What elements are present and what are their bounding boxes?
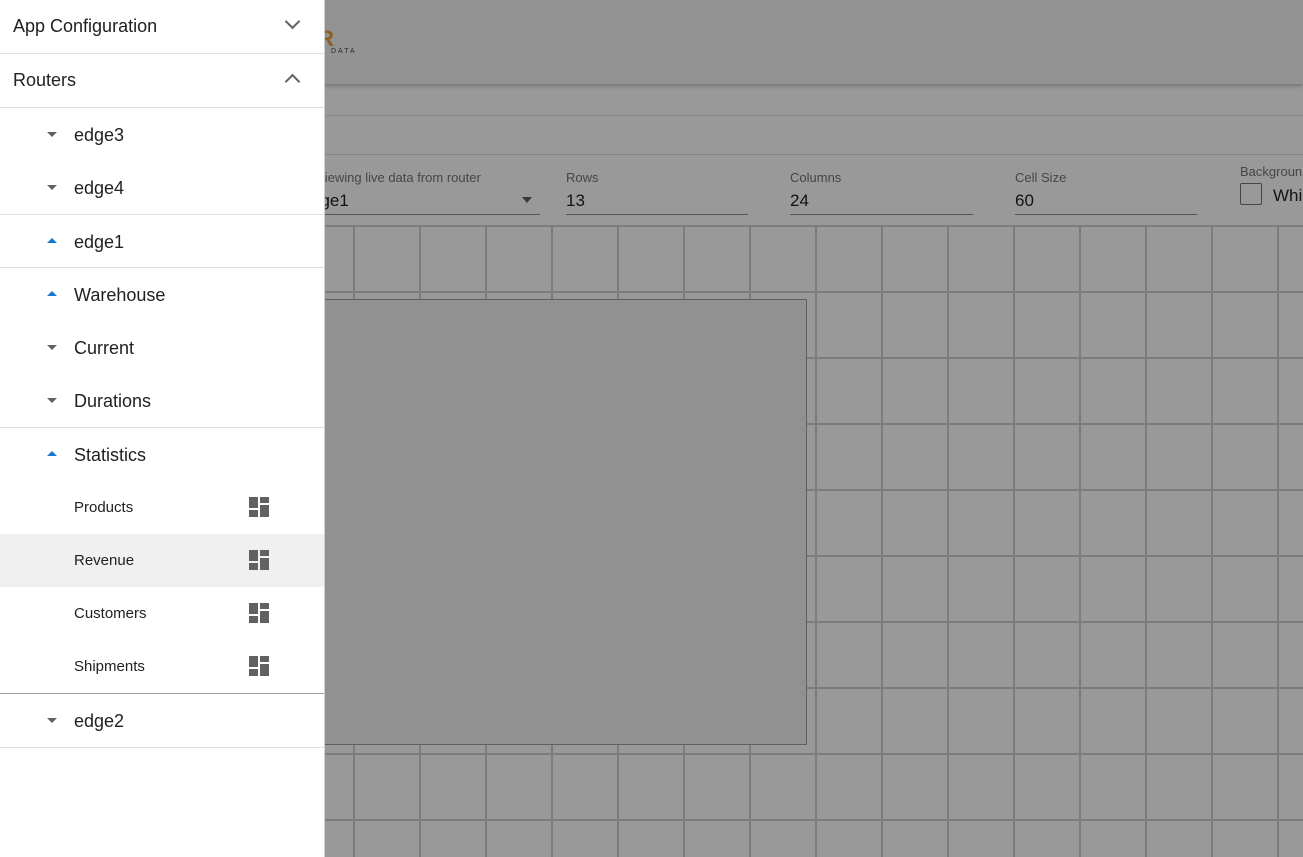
app-configuration-label: App Configuration — [13, 16, 158, 36]
tree-item-label: edge4 — [74, 178, 125, 198]
dashboard-item-shipments[interactable]: Shipments — [0, 640, 324, 694]
expand-arrow-icon — [47, 718, 57, 723]
dashboard-item-label: Shipments — [74, 658, 145, 675]
collapse-arrow-icon — [47, 238, 57, 243]
routers-label: Routers — [13, 70, 77, 90]
dashboard-icon — [249, 497, 269, 517]
dashboard-item-revenue[interactable]: Revenue — [0, 534, 324, 587]
tree-item-durations[interactable]: Durations — [0, 374, 324, 428]
tree-item-edge3[interactable]: edge3 — [0, 108, 324, 161]
tree-item-edge2[interactable]: edge2 — [0, 694, 324, 748]
expand-arrow-icon — [47, 185, 57, 190]
tree-item-label: Current — [74, 338, 135, 358]
dashboard-item-label: Customers — [74, 605, 147, 622]
tree-item-current[interactable]: Current — [0, 321, 324, 374]
tree-item-label: Statistics — [74, 445, 147, 465]
tree-item-label: edge1 — [74, 232, 125, 252]
dashboard-icon — [249, 603, 269, 623]
expand-arrow-icon — [47, 132, 57, 137]
tree-item-statistics[interactable]: Statistics — [0, 428, 324, 481]
chevron-down-icon — [284, 13, 301, 30]
tree-item-label: edge3 — [74, 125, 125, 145]
navigation-drawer: App Configuration Routers edge3 edge4 ed… — [0, 0, 325, 857]
dashboard-item-label: Products — [74, 499, 134, 516]
tree-item-edge1[interactable]: edge1 — [0, 215, 324, 268]
chevron-up-icon — [284, 73, 301, 90]
dashboard-icon — [249, 656, 269, 676]
app-configuration-section[interactable]: App Configuration — [0, 0, 324, 54]
routers-section[interactable]: Routers — [0, 54, 324, 108]
expand-arrow-icon — [47, 345, 57, 350]
tree-item-label: Warehouse — [74, 285, 166, 305]
tree-item-label: Durations — [74, 391, 152, 411]
dashboard-item-customers[interactable]: Customers — [0, 587, 324, 640]
collapse-arrow-icon — [47, 451, 57, 456]
dashboard-item-label: Revenue — [74, 552, 135, 569]
tree-item-label: edge2 — [74, 711, 125, 731]
dashboard-item-products[interactable]: Products — [0, 481, 324, 534]
tree-item-edge4[interactable]: edge4 — [0, 161, 324, 215]
tree-item-warehouse[interactable]: Warehouse — [0, 268, 324, 321]
collapse-arrow-icon — [47, 291, 57, 296]
expand-arrow-icon — [47, 398, 57, 403]
dashboard-icon — [249, 550, 269, 570]
